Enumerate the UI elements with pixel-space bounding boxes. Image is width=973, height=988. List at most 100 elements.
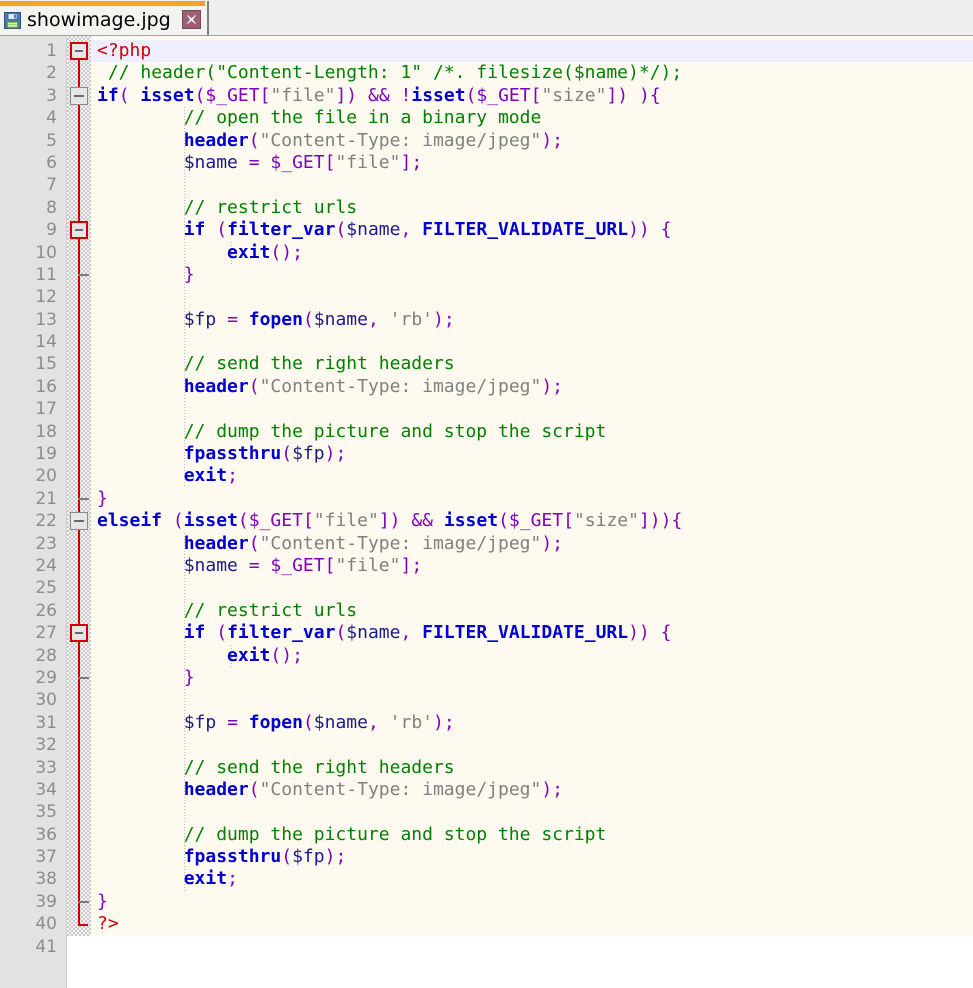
code-line[interactable] xyxy=(91,689,973,711)
code-line[interactable]: // send the right headers xyxy=(91,757,973,779)
fold-collapse-box[interactable] xyxy=(70,221,88,240)
code-token: "size" xyxy=(541,84,607,106)
code-token: ! xyxy=(400,84,412,106)
code-token: "file" xyxy=(335,151,401,173)
code-token: // dump the picture and stop the script xyxy=(183,823,607,845)
line-number: 40 xyxy=(35,914,57,935)
code-line[interactable]: // send the right headers xyxy=(91,353,973,375)
fold-collapse-box[interactable] xyxy=(70,42,88,60)
code-token: ( xyxy=(302,711,314,733)
code-token: ); xyxy=(433,308,455,330)
code-token: "Content-Type: image/jpeg" xyxy=(259,532,542,554)
code-line[interactable]: header("Content-Type: image/jpeg"); xyxy=(91,533,973,555)
tab-showimage-jpg[interactable]: showimage.jpg xyxy=(0,1,209,35)
code-token: ( xyxy=(335,219,347,241)
code-token: ); xyxy=(541,532,564,554)
code-line[interactable]: $name = $_GET["file"]; xyxy=(91,555,973,577)
code-line[interactable]: elseif (isset($_GET["file"]) && isset($_… xyxy=(91,510,973,532)
line-number: 13 xyxy=(35,309,57,330)
code-token: header xyxy=(183,778,249,800)
code-line[interactable]: ?> xyxy=(91,913,973,935)
line-number: 20 xyxy=(35,466,57,487)
code-token: // restrict urls xyxy=(183,196,358,218)
code-line[interactable]: } xyxy=(91,667,973,689)
code-line[interactable]: <?php xyxy=(91,40,973,62)
code-line[interactable]: if (filter_var($name, FILTER_VALIDATE_UR… xyxy=(91,622,973,644)
code-line[interactable] xyxy=(91,331,973,353)
code-line[interactable]: fpassthru($fp); xyxy=(91,846,973,868)
code-line[interactable] xyxy=(91,734,973,756)
code-line[interactable]: // restrict urls xyxy=(91,197,973,219)
fold-collapse-box[interactable] xyxy=(70,86,88,105)
code-line[interactable]: } xyxy=(91,264,973,286)
close-icon[interactable] xyxy=(181,10,201,29)
code-token: , xyxy=(400,219,412,241)
code-line[interactable]: header("Content-Type: image/jpeg"); xyxy=(91,376,973,398)
code-line[interactable]: fpassthru($fp); xyxy=(91,443,973,465)
code-token: fpassthru xyxy=(183,846,282,868)
code-line[interactable]: exit(); xyxy=(91,645,973,667)
code-line[interactable]: $name = $_GET["file"]; xyxy=(91,152,973,174)
code-line[interactable]: header("Content-Type: image/jpeg"); xyxy=(91,779,973,801)
code-line[interactable]: // dump the picture and stop the script xyxy=(91,421,973,443)
tab-label: showimage.jpg xyxy=(27,8,171,31)
code-line[interactable]: exit(); xyxy=(91,242,973,264)
code-editor[interactable]: 1 2 3 4 5 6 7 8 9 10 11 12 13 14 15 16 17 18 19 20 21 22 23 24 2… xyxy=(0,36,973,988)
line-number: 16 xyxy=(35,376,57,397)
code-line[interactable] xyxy=(91,577,973,599)
line-number: 25 xyxy=(35,578,57,599)
code-token: ]) xyxy=(606,84,629,106)
code-line[interactable]: if( isset($_GET["file"]) && !isset($_GET… xyxy=(91,85,973,107)
code-token: ( xyxy=(302,308,314,330)
fold-end-tick xyxy=(78,901,89,904)
code-token: exit xyxy=(183,465,228,487)
code-token: [ xyxy=(563,510,574,532)
code-line[interactable] xyxy=(91,174,973,196)
line-number: 33 xyxy=(35,757,57,778)
code-line[interactable]: exit; xyxy=(91,868,973,890)
code-line[interactable] xyxy=(91,286,973,308)
code-folding-margin[interactable] xyxy=(67,36,91,988)
code-line[interactable]: if (filter_var($name, FILTER_VALIDATE_UR… xyxy=(91,219,973,241)
code-line[interactable] xyxy=(91,936,973,958)
code-token: = xyxy=(248,554,260,576)
code-line[interactable] xyxy=(91,398,973,420)
code-line[interactable]: // restrict urls xyxy=(91,600,973,622)
code-line[interactable]: // dump the picture and stop the script xyxy=(91,824,973,846)
code-token: $_GET xyxy=(248,510,303,532)
code-line[interactable]: header("Content-Type: image/jpeg"); xyxy=(91,130,973,152)
code-token: (); xyxy=(270,644,303,666)
code-line[interactable]: // open the file in a binary mode xyxy=(91,107,973,129)
code-line[interactable]: $fp = fopen($name, 'rb'); xyxy=(91,712,973,734)
code-line[interactable]: $fp = fopen($name, 'rb'); xyxy=(91,309,973,331)
code-line[interactable]: exit; xyxy=(91,465,973,487)
code-token: ; xyxy=(227,465,238,487)
code-token: { xyxy=(660,219,672,241)
code-token: $name xyxy=(346,622,401,644)
code-line[interactable]: // header("Content-Length: 1" /*. filesi… xyxy=(91,62,973,84)
line-number: 3 xyxy=(46,85,57,106)
code-content-pane[interactable]: <?php // header("Content-Length: 1" /*. … xyxy=(91,36,973,988)
code-line[interactable]: } xyxy=(91,891,973,913)
code-line[interactable] xyxy=(91,801,973,823)
code-token: = xyxy=(227,308,238,330)
fold-collapse-box[interactable] xyxy=(70,624,88,643)
save-floppy-icon xyxy=(4,11,21,29)
line-number: 18 xyxy=(35,421,57,442)
code-token: ( xyxy=(281,443,293,465)
code-token: ( xyxy=(248,129,260,151)
code-line[interactable]: } xyxy=(91,488,973,510)
code-token: "file" xyxy=(335,554,401,576)
fold-collapse-box[interactable] xyxy=(70,512,88,531)
code-token: ( xyxy=(248,532,260,554)
